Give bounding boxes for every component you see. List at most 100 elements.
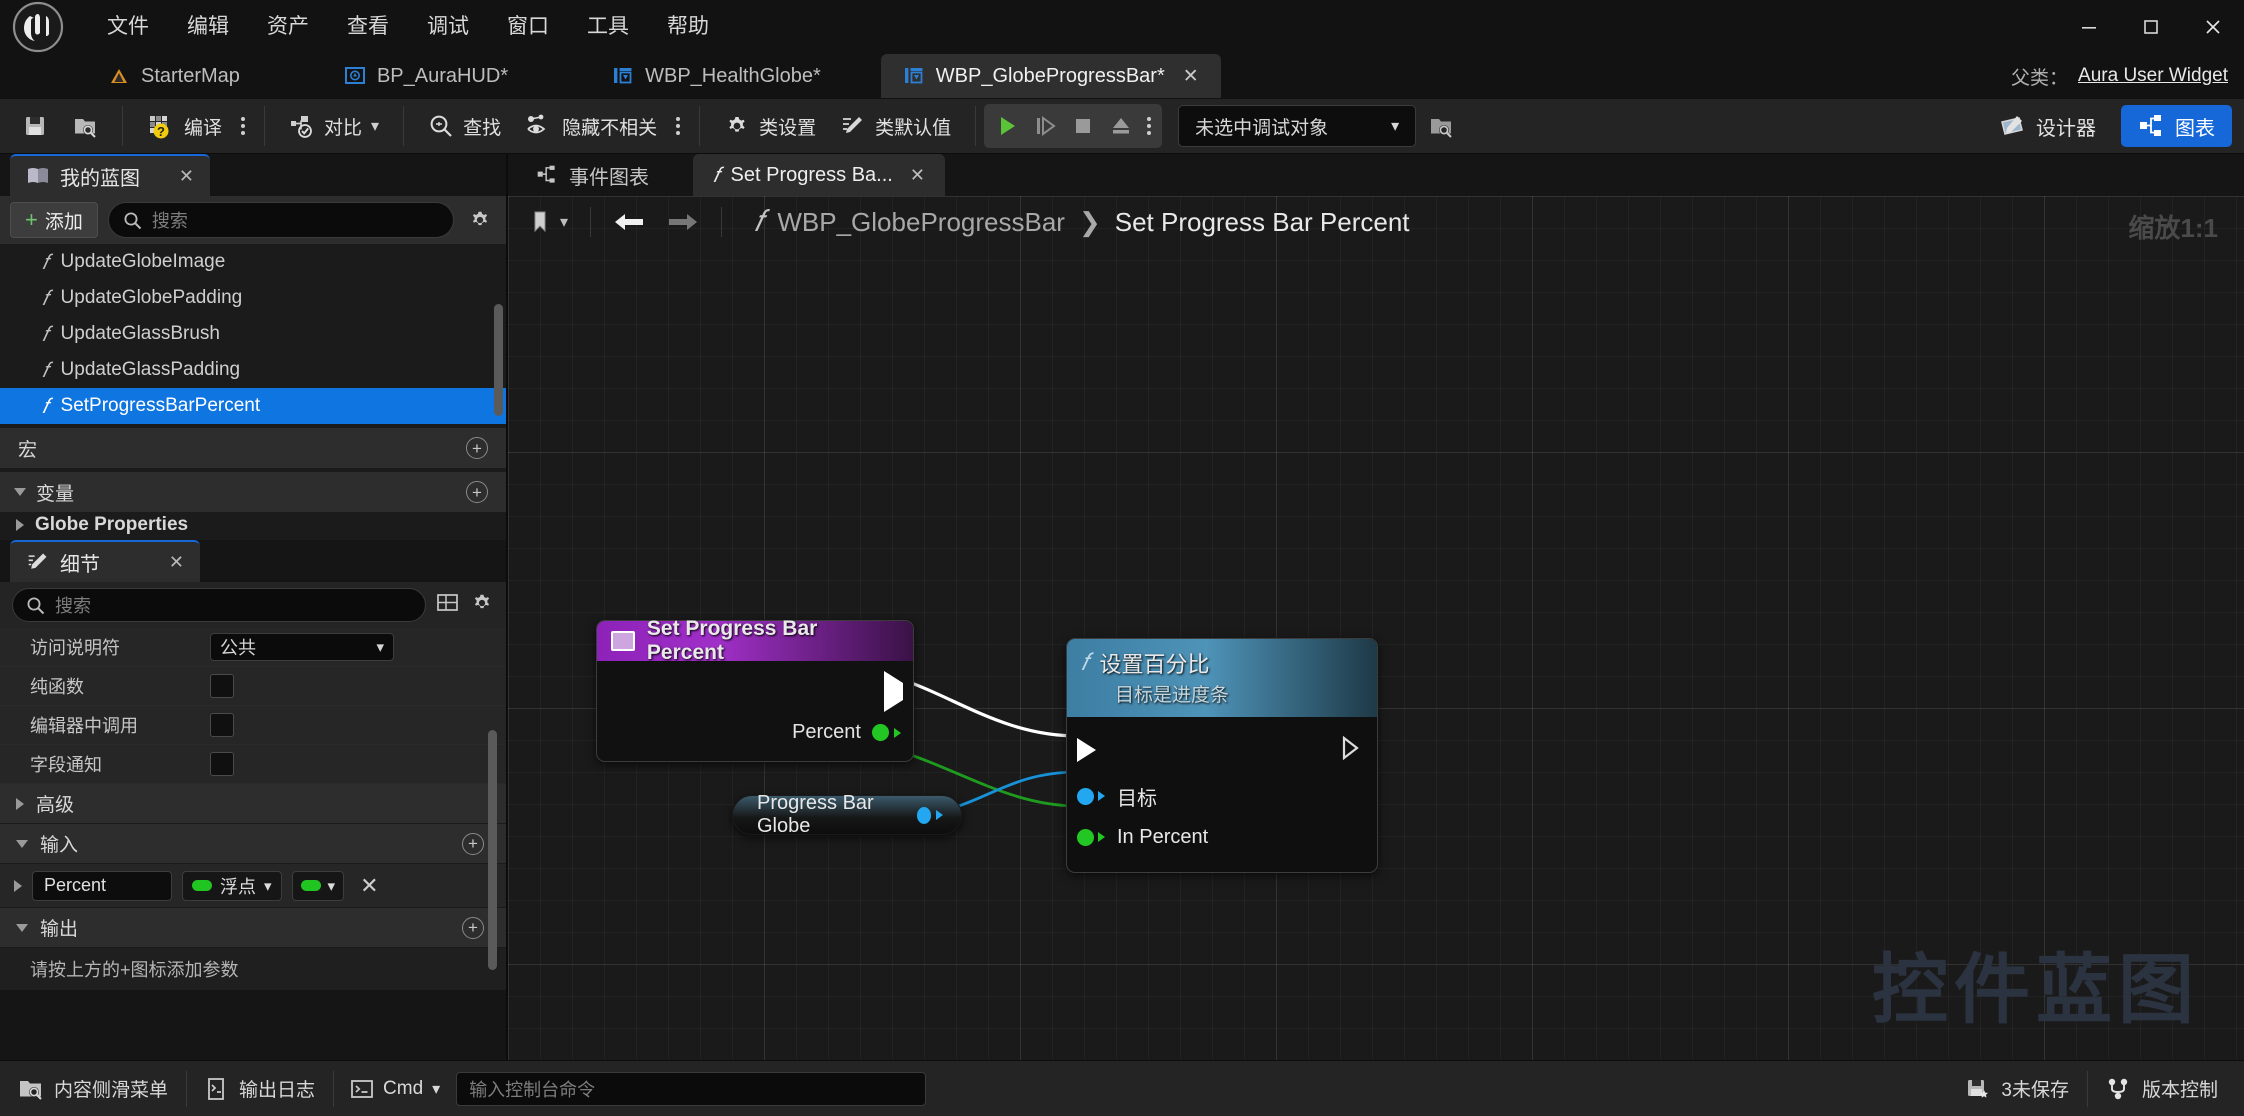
navigate-back-button[interactable] <box>605 202 653 242</box>
output-log-button[interactable]: 输出日志 <box>187 1061 333 1116</box>
variable-group-globe-properties[interactable]: Globe Properties <box>0 512 506 537</box>
my-blueprint-scrollbar[interactable] <box>494 304 503 416</box>
add-macro-button[interactable]: + <box>466 437 488 459</box>
play-button[interactable] <box>988 106 1026 146</box>
unreal-logo-icon[interactable] <box>0 0 76 54</box>
section-macros[interactable]: 宏 + <box>0 428 506 468</box>
blueprint-graph-canvas[interactable]: ▾ 𝑓 WBP_GlobeProgressBar ❯ Set Progress … <box>508 196 2244 1060</box>
diff-button[interactable]: 对比 ▾ <box>277 104 391 148</box>
list-item-function[interactable]: 𝑓 UpdateGlassPadding <box>0 352 506 388</box>
console-command-input[interactable]: 输入控制台命令 <box>456 1071 927 1106</box>
maximize-button[interactable] <box>2120 0 2182 54</box>
asset-tab-wbp-globeprogressbar[interactable]: WBP_GlobeProgressBar* ✕ <box>880 54 1221 98</box>
list-item-function[interactable]: 𝑓 UpdateGlassBrush <box>0 316 506 352</box>
hide-unrelated-button[interactable]: 隐藏不相关 <box>513 104 669 148</box>
find-button[interactable]: 查找 <box>416 104 513 148</box>
node-function-call-set-percent[interactable]: 𝑓 设置百分比 目标是进度条 目标 In Percent <box>1066 638 1378 873</box>
section-inputs[interactable]: 输入 + <box>0 824 506 864</box>
pin-exec-in[interactable] <box>1067 731 1377 769</box>
stop-button[interactable] <box>1064 106 1102 146</box>
add-input-button[interactable]: + <box>462 832 484 855</box>
navigate-forward-button[interactable] <box>659 202 707 242</box>
source-control-button[interactable]: 版本控制 <box>2088 1061 2236 1116</box>
graph-tab-event-graph[interactable]: 事件图表 <box>516 154 669 196</box>
bookmark-button[interactable]: ▾ <box>522 202 576 242</box>
menu-item-window[interactable]: 窗口 <box>488 0 568 54</box>
node-variable-get-progress-bar-globe[interactable]: Progress Bar Globe <box>732 792 962 837</box>
add-button[interactable]: + 添加 <box>10 202 98 238</box>
pin-exec-out[interactable] <box>884 671 903 712</box>
call-in-editor-checkbox[interactable] <box>210 713 234 737</box>
graph-mode-button[interactable]: 图表 <box>2121 105 2232 147</box>
content-drawer-button[interactable]: 内容侧滑菜单 <box>0 1061 186 1116</box>
function-label: UpdateGlassBrush <box>60 323 220 344</box>
menu-item-assets[interactable]: 资产 <box>248 0 328 54</box>
input-param-type-select[interactable]: 浮点 ▾ <box>182 870 282 901</box>
details-close-icon[interactable]: ✕ <box>145 552 184 573</box>
input-param-container-select[interactable]: ▾ <box>291 870 345 901</box>
asset-tab-wbp-healthglobe[interactable]: WBP_HealthGlobe* <box>590 54 843 98</box>
menu-item-help[interactable]: 帮助 <box>648 0 728 54</box>
object-pin-icon[interactable] <box>916 806 931 824</box>
debug-object-select[interactable]: 未选中调试对象 ▾ <box>1178 105 1417 147</box>
field-notify-checkbox[interactable] <box>210 752 234 776</box>
list-item-function[interactable]: 𝑓 UpdateGlobeImage <box>0 244 506 280</box>
menu-item-edit[interactable]: 编辑 <box>168 0 248 54</box>
menu-item-debug[interactable]: 调试 <box>408 0 488 54</box>
menu-item-view[interactable]: 查看 <box>328 0 408 54</box>
section-outputs[interactable]: 输出 + <box>0 908 506 948</box>
variable-group-aura-user-widget[interactable]: Aura User Widget <box>0 537 506 541</box>
details-scrollbar[interactable] <box>488 730 497 970</box>
asset-tab-bp-aurahud[interactable]: BP_AuraHUD* <box>322 54 530 98</box>
details-search-input[interactable]: 搜索 <box>12 588 426 622</box>
browse-content-button[interactable] <box>60 104 110 148</box>
breadcrumb-root[interactable]: WBP_GlobeProgressBar <box>777 207 1065 238</box>
remove-input-param-icon[interactable]: ✕ <box>354 873 384 899</box>
debug-browse-button[interactable] <box>1416 104 1466 148</box>
designer-mode-button[interactable]: 设计器 <box>1982 105 2113 147</box>
step-button[interactable] <box>1026 106 1064 146</box>
pure-checkbox[interactable] <box>210 674 234 698</box>
close-button[interactable] <box>2182 0 2244 54</box>
graph-tab-set-progress-bar[interactable]: 𝑓 Set Progress Ba... ✕ <box>693 154 945 196</box>
chevron-right-icon[interactable] <box>14 879 22 892</box>
details-settings-button[interactable] <box>470 591 494 620</box>
compile-options-button[interactable] <box>234 104 252 148</box>
graph-watermark: 控件蓝图 <box>1872 948 2200 1033</box>
asset-tab-startermap[interactable]: StarterMap <box>86 54 262 98</box>
pin-percent-out[interactable]: Percent <box>792 721 901 744</box>
section-advanced[interactable]: 高级 <box>0 784 506 824</box>
asset-tab-close-icon[interactable]: ✕ <box>1183 65 1199 88</box>
list-item-function-setprogressbarpercent[interactable]: 𝑓 SetProgressBarPercent <box>0 388 506 424</box>
my-blueprint-close-icon[interactable]: ✕ <box>155 166 194 187</box>
list-item-function[interactable]: 𝑓 UpdateGlobePadding <box>0 280 506 316</box>
cmd-selector[interactable]: Cmd ▾ <box>334 1061 456 1116</box>
class-defaults-button[interactable]: 类默认值 <box>828 104 963 148</box>
section-variables[interactable]: 变量 + <box>0 472 506 512</box>
graph-tab-close-icon[interactable]: ✕ <box>910 165 925 186</box>
exec-out-pin-icon[interactable] <box>1341 735 1363 766</box>
eject-button[interactable] <box>1102 106 1140 146</box>
save-button[interactable] <box>10 104 60 148</box>
play-options-button[interactable] <box>1140 104 1158 148</box>
menu-item-file[interactable]: 文件 <box>88 0 168 54</box>
details-layout-toggle[interactable] <box>436 592 460 619</box>
add-output-button[interactable]: + <box>462 916 484 939</box>
unsaved-changes-button[interactable]: 3未保存 <box>1947 1061 2087 1116</box>
add-variable-button[interactable]: + <box>466 481 488 503</box>
pin-target-in[interactable]: 目标 <box>1067 777 1377 815</box>
parent-class-link[interactable]: Aura User Widget <box>2078 65 2228 87</box>
access-specifier-select[interactable]: 公共 ▾ <box>210 633 394 661</box>
input-param-name-field[interactable]: Percent <box>32 870 172 901</box>
pin-in-percent[interactable]: In Percent <box>1067 818 1377 856</box>
my-blueprint-settings-button[interactable] <box>464 208 496 232</box>
minimize-button[interactable] <box>2058 0 2120 54</box>
node-function-entry[interactable]: Set Progress Bar Percent Percent <box>596 617 914 762</box>
menu-item-tools[interactable]: 工具 <box>568 0 648 54</box>
tab-details[interactable]: 细节 ✕ <box>10 540 200 582</box>
compile-button[interactable]: ? 编译 <box>135 104 234 148</box>
find-options-button[interactable] <box>669 104 687 148</box>
my-blueprint-search-input[interactable]: 搜索 <box>107 202 454 238</box>
class-settings-button[interactable]: 类设置 <box>712 104 828 148</box>
tab-my-blueprint[interactable]: 我的蓝图 ✕ <box>10 154 210 196</box>
